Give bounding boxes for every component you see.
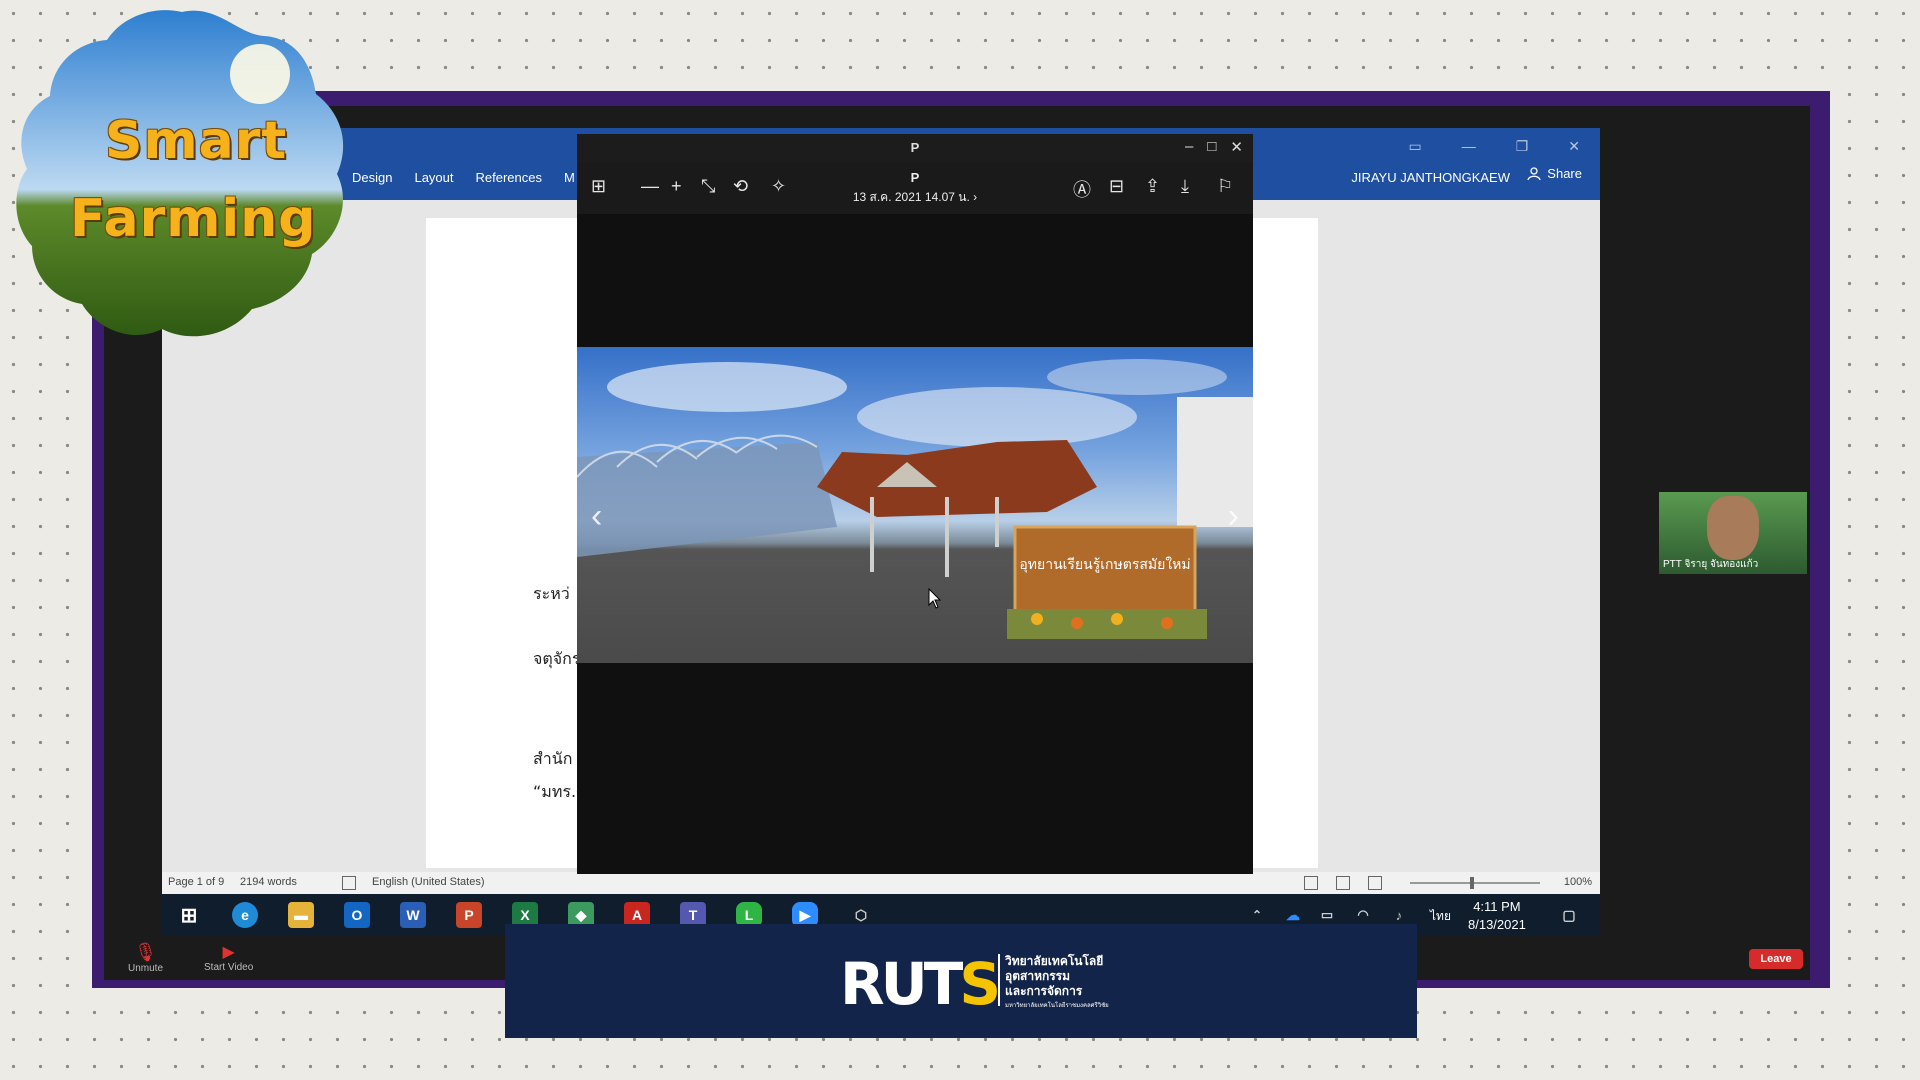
- unmute-label: Unmute: [128, 963, 164, 974]
- doc-text-line: สำนัก: [533, 749, 573, 768]
- tab-design[interactable]: Design: [352, 170, 392, 185]
- minimize-icon[interactable]: —: [1462, 138, 1476, 155]
- institution-line-1: วิทยาลัยเทคโนโลยี: [1005, 954, 1104, 968]
- ribbon-tabs: Design Layout References M: [352, 170, 575, 185]
- ruts-logo-s: S: [959, 950, 1001, 1018]
- photo-viewer-window: P – □ ✕ ⊞ — + ⤡ ⟲ ✧ P 13 ส.ค. 2021 14.07…: [577, 134, 1253, 874]
- banner-divider: [998, 954, 1000, 1006]
- file-explorer-icon[interactable]: ▬: [288, 902, 314, 928]
- mouse-cursor-icon: [928, 588, 942, 609]
- photo-sign-text: อุทยานเรียนรู้เกษตรสมัยใหม่: [1019, 556, 1190, 573]
- muted-mic-icon: 🎙: [134, 942, 157, 962]
- start-video-button[interactable]: ▶ Start Video: [204, 942, 253, 973]
- tab-mailings[interactable]: M: [564, 170, 575, 185]
- institution-line-3: และการจัดการ: [1005, 984, 1083, 998]
- tab-references[interactable]: References: [476, 170, 542, 185]
- viewer-window-title: P: [910, 140, 920, 155]
- maximize-icon[interactable]: □: [1207, 138, 1216, 156]
- zoom-thumb[interactable]: [1470, 877, 1474, 889]
- close-icon[interactable]: ✕: [1568, 138, 1580, 155]
- institution-line-2: อุตสาหกรรม: [1005, 969, 1071, 983]
- ruts-banner: RUTS วิทยาลัยเทคโนโลยี อุตสาหกรรม และการ…: [505, 924, 1417, 1038]
- notifications-icon[interactable]: ▢: [1556, 902, 1582, 928]
- share-label: Share: [1547, 166, 1582, 181]
- input-language[interactable]: ไทย: [1430, 907, 1451, 926]
- share-icon[interactable]: ⇪: [1145, 176, 1160, 197]
- crop-icon[interactable]: ⊟: [1109, 176, 1124, 197]
- read-mode-icon[interactable]: [1304, 876, 1318, 890]
- word-count[interactable]: 2194 words: [240, 876, 297, 888]
- clock-date: 8/13/2021: [1468, 917, 1526, 932]
- badge-background: [16, 10, 344, 337]
- building-render-image: อุทยานเรียนรู้เกษตรสมัยใหม่: [577, 359, 1253, 639]
- ruts-logo-text: RUT: [840, 950, 963, 1018]
- word-status-bar: Page 1 of 9 2194 words English (United S…: [162, 872, 1600, 894]
- language-indicator[interactable]: English (United States): [372, 876, 485, 888]
- leave-button[interactable]: Leave: [1749, 949, 1803, 969]
- download-icon[interactable]: ⤓: [1181, 176, 1189, 197]
- rendered-building-photo[interactable]: อุทยานเรียนรู้เกษตรสมัยใหม่ ‹ ›: [577, 347, 1253, 663]
- participant-avatar: [1707, 496, 1759, 560]
- page-count[interactable]: Page 1 of 9: [168, 876, 224, 888]
- viewer-titlebar: P – □ ✕: [577, 134, 1253, 162]
- badge-title-line-2: Farming: [70, 189, 317, 249]
- doc-text-line: ระหว่: [533, 584, 570, 603]
- next-photo-icon[interactable]: ›: [1228, 497, 1239, 536]
- account-name[interactable]: JIRAYU JANTHONGKAEW: [1351, 170, 1510, 185]
- file-date-text: 13 ส.ค. 2021 14.07 น.: [852, 190, 970, 204]
- powerpoint-icon[interactable]: P: [456, 902, 482, 928]
- zoom-slider[interactable]: [1410, 877, 1540, 889]
- tab-layout[interactable]: Layout: [414, 170, 453, 185]
- institution-name: วิทยาลัยเทคโนโลยี อุตสาหกรรม และการจัดกา…: [1005, 954, 1109, 1014]
- web-layout-icon[interactable]: [1368, 876, 1382, 890]
- previous-photo-icon[interactable]: ‹: [591, 497, 602, 536]
- participant-video-tile[interactable]: PTT จิรายุ จันทองแก้ว: [1659, 492, 1807, 574]
- person-icon: [1527, 166, 1541, 180]
- participant-name: PTT จิรายุ จันทองแก้ว: [1663, 559, 1759, 570]
- restore-icon[interactable]: ❐: [1516, 138, 1529, 155]
- institution-subtitle: มหาวิทยาลัยเทคโนโลยีราชมงคลศรีวิชัย: [1005, 1003, 1109, 1009]
- edge-icon[interactable]: e: [232, 902, 258, 928]
- print-layout-icon[interactable]: [1336, 876, 1350, 890]
- bookmark-icon[interactable]: ⚐: [1217, 176, 1233, 197]
- text-recognition-icon[interactable]: Ⓐ: [1073, 176, 1091, 202]
- ribbon-display-icon[interactable]: ▭: [1408, 138, 1421, 155]
- smart-farming-badge: Smart Farming: [12, 4, 352, 344]
- clock-time: 4:11 PM: [1473, 899, 1521, 914]
- viewer-toolbar: ⊞ — + ⤡ ⟲ ✧ P 13 ส.ค. 2021 14.07 น. › Ⓐ …: [577, 162, 1253, 214]
- word-icon[interactable]: W: [400, 902, 426, 928]
- outlook-icon[interactable]: O: [344, 902, 370, 928]
- word-window-controls: ▭ — ❐ ✕: [1408, 138, 1580, 155]
- minimize-icon[interactable]: –: [1185, 138, 1193, 156]
- proofing-icon[interactable]: [342, 876, 356, 890]
- ruts-logo: RUTS: [840, 950, 1001, 1018]
- start-video-label: Start Video: [204, 962, 254, 973]
- close-icon[interactable]: ✕: [1230, 138, 1243, 156]
- windows-start-icon[interactable]: ⊞: [176, 902, 202, 928]
- clock[interactable]: 4:11 PM 8/13/2021: [1468, 898, 1526, 934]
- badge-title-line-1: Smart: [105, 111, 288, 171]
- viewer-window-controls: – □ ✕: [1185, 138, 1243, 156]
- doc-text-line: จตุจักร: [533, 649, 581, 668]
- video-off-icon: ▶: [222, 944, 235, 961]
- zoom-level[interactable]: 100%: [1564, 876, 1592, 888]
- unmute-button[interactable]: 🎙 Unmute: [128, 942, 163, 974]
- share-button[interactable]: Share: [1527, 166, 1582, 181]
